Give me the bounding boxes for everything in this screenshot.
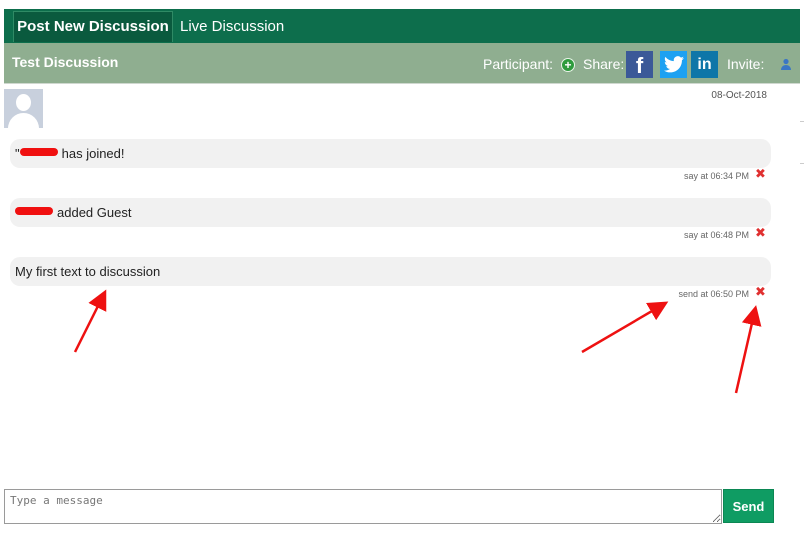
message-text: My first text to discussion (15, 264, 161, 279)
redaction-mark (15, 206, 53, 215)
message-timestamp: send at 06:50 PM (678, 289, 749, 299)
message-timestamp: say at 06:34 PM (683, 171, 749, 181)
discussion-header: Test Discussion Participant: + Share: f … (4, 43, 800, 83)
message-bubble: added Guest (10, 198, 771, 227)
tab-live-discussion[interactable]: Live Discussion (180, 9, 284, 43)
avatar (4, 89, 43, 128)
avatar-head-shape (16, 94, 31, 111)
scroll-track-mark (800, 163, 804, 164)
annotation-arrow (73, 289, 107, 353)
share-label: Share: (583, 56, 625, 72)
tab-post-new-discussion[interactable]: Post New Discussion (13, 11, 173, 42)
message-text: has joined! (61, 146, 125, 161)
header-divider (4, 83, 800, 84)
scroll-track-mark (800, 121, 804, 122)
add-participant-icon[interactable]: + (561, 58, 575, 72)
delete-message-icon[interactable]: ✖ (755, 285, 766, 298)
annotation-arrow (734, 305, 762, 394)
message-text: added Guest (57, 205, 132, 220)
annotation-arrow (581, 301, 669, 354)
delete-message-icon[interactable]: ✖ (755, 167, 766, 180)
delete-message-icon[interactable]: ✖ (755, 226, 766, 239)
message-bubble: " has joined! (10, 139, 771, 168)
facebook-icon[interactable]: f (626, 51, 653, 78)
message-prefix: " (15, 146, 20, 161)
invite-user-icon[interactable] (780, 58, 792, 70)
discussion-title: Test Discussion (12, 54, 119, 70)
message-input[interactable] (4, 489, 722, 524)
message-bubble: My first text to discussion (10, 257, 771, 286)
message-timestamp: say at 06:48 PM (683, 230, 749, 240)
avatar-body-shape (8, 113, 39, 128)
send-button[interactable]: Send (723, 489, 774, 523)
linkedin-icon[interactable]: in (691, 51, 718, 78)
tab-bar: Post New Discussion Live Discussion (4, 9, 800, 43)
redaction-mark (19, 147, 58, 156)
twitter-icon[interactable] (660, 51, 687, 78)
message-date: 08-Oct-2018 (711, 90, 767, 101)
invite-label: Invite: (727, 56, 765, 72)
participant-label: Participant: (483, 56, 554, 72)
